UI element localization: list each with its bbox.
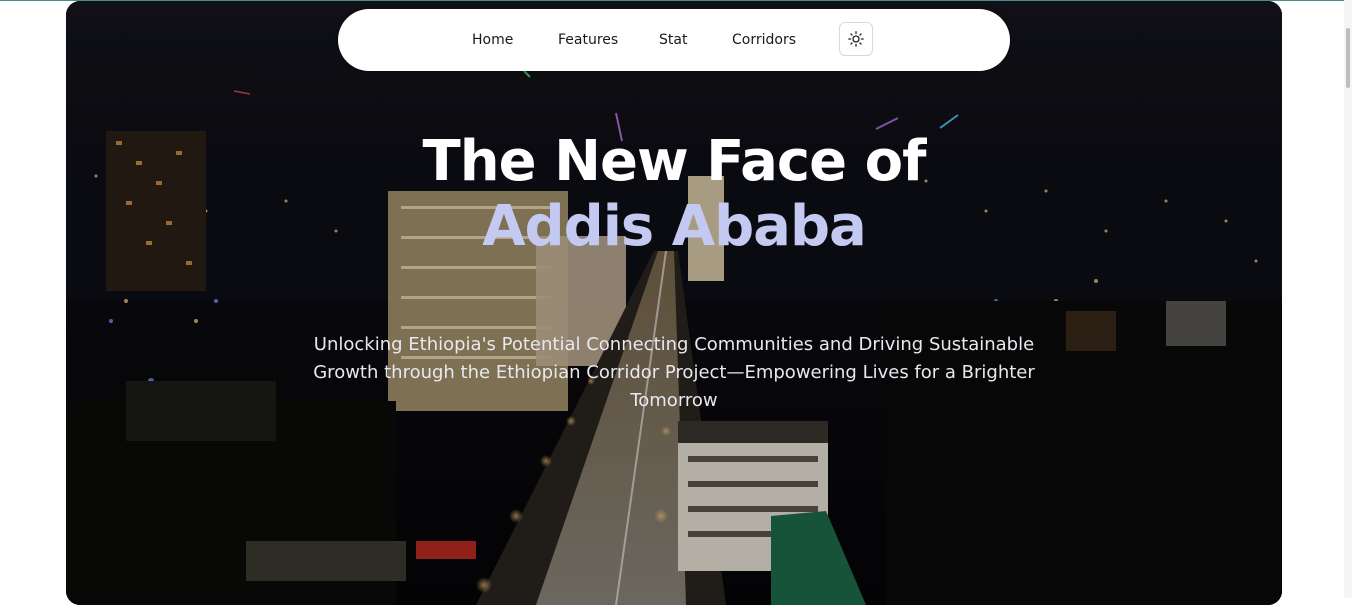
nav-item-home[interactable]: Home	[472, 9, 513, 71]
hero-subtitle: Unlocking Ethiopia's Potential Connectin…	[313, 334, 1035, 411]
theme-toggle-button[interactable]	[839, 22, 873, 56]
scrollbar-thumb[interactable]	[1346, 28, 1350, 88]
hero-section: Home Features Stat Corridors The New Fac…	[66, 1, 1282, 605]
city-night-background	[66, 1, 1282, 605]
hero-title-accent: Addis Ababa	[482, 194, 867, 259]
hero-title: The New Face of	[422, 129, 927, 194]
page-scrollbar[interactable]	[1344, 0, 1352, 598]
nav-item-corridors[interactable]: Corridors	[732, 9, 796, 71]
nav-item-stat[interactable]: Stat	[659, 9, 687, 71]
nav-item-features[interactable]: Features	[558, 9, 618, 71]
sun-icon	[848, 31, 864, 47]
top-navigation-bar: Home Features Stat Corridors	[338, 9, 1010, 71]
